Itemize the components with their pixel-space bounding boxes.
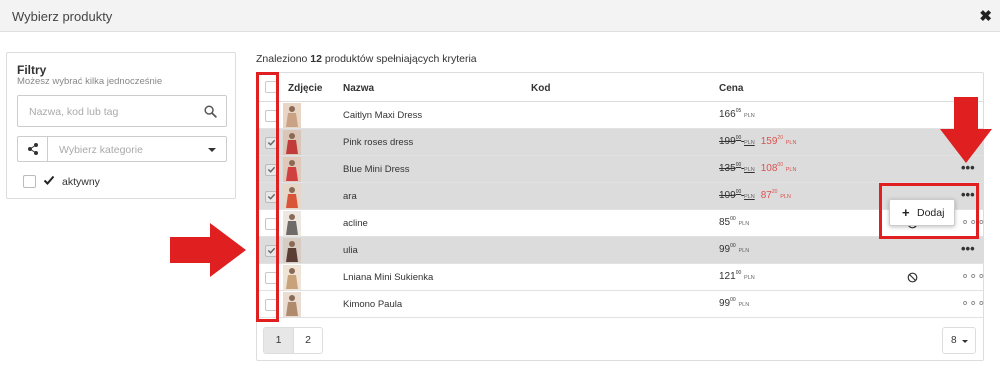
- highlight-checkbox-column: [256, 72, 279, 322]
- product-name: Kimono Paula: [343, 299, 403, 310]
- search-input[interactable]: Nazwa, kod lub tag: [17, 95, 227, 127]
- old-price: 19900 PLN: [719, 135, 755, 147]
- arrow-down-icon: [940, 97, 992, 163]
- table-row[interactable]: Lniana Mini Sukienka 12100 PLN ∘∘∘: [257, 264, 985, 291]
- check-icon: [43, 175, 55, 185]
- unavailable-icon: [907, 272, 918, 283]
- product-price: 12100 PLN: [719, 270, 755, 282]
- product-price: 13500 PLN 10800 PLN: [719, 162, 797, 174]
- modal-title: Wybierz produkty: [12, 9, 113, 24]
- page-1-button[interactable]: 1: [264, 328, 293, 353]
- old-price: 13500 PLN: [719, 162, 755, 174]
- category-select[interactable]: Wybierz kategorie: [17, 136, 227, 162]
- sale-price: 10800 PLN: [760, 162, 797, 174]
- old-price: 10900 PLN: [719, 189, 755, 201]
- product-name: Caitlyn Maxi Dress: [343, 110, 423, 121]
- table-row[interactable]: ulia 9900 PLN •••: [257, 237, 983, 264]
- search-placeholder: Nazwa, kod lub tag: [29, 106, 119, 118]
- product-name: Blue Mini Dress: [343, 164, 410, 175]
- product-thumbnail: [283, 265, 301, 290]
- sale-price: 15920 PLN: [760, 135, 797, 147]
- current-price: 12100 PLN: [719, 270, 755, 282]
- chevron-down-icon[interactable]: [208, 148, 216, 152]
- product-name: Lniana Mini Sukienka: [343, 272, 434, 283]
- product-thumbnail: [283, 292, 301, 317]
- filters-title: Filtry: [17, 63, 47, 77]
- current-price: 16605 PLN: [719, 108, 755, 120]
- product-thumbnail: [283, 103, 301, 128]
- current-price: 9900 PLN: [719, 243, 750, 255]
- active-checkbox[interactable]: [23, 175, 36, 188]
- product-price: 8500 PLN: [719, 216, 750, 228]
- product-name: ara: [343, 191, 357, 202]
- table-row[interactable]: Pink roses dress19900 PLN15920 PLN•••: [257, 129, 983, 156]
- table-row[interactable]: Caitlyn Maxi Dress 16605 PLN: [257, 102, 983, 129]
- header-price: Cena: [719, 83, 744, 94]
- close-icon[interactable]: ✖: [979, 7, 992, 25]
- table-header: Zdjęcie Nazwa Kod Cena: [257, 73, 983, 102]
- product-thumbnail: [283, 211, 301, 236]
- search-icon[interactable]: [204, 105, 217, 118]
- product-name: ulia: [343, 245, 358, 256]
- header-photo: Zdjęcie: [288, 83, 323, 94]
- per-page-select[interactable]: 8: [942, 327, 976, 354]
- table-row[interactable]: Kimono Paula 9900 PLN ∘∘∘: [257, 291, 985, 318]
- product-thumbnail: [283, 130, 301, 155]
- table-row[interactable]: Blue Mini Dress 13500 PLN 10800 PLN •••: [257, 156, 983, 183]
- active-label: aktywny: [62, 176, 100, 188]
- product-name: Pink roses dress: [343, 137, 414, 148]
- more-actions-icon[interactable]: ∘∘∘: [961, 269, 985, 282]
- share-icon[interactable]: [18, 137, 48, 161]
- products-table: Zdjęcie Nazwa Kod Cena Caitlyn Maxi Dres…: [256, 72, 985, 361]
- current-price: 8500 PLN: [719, 216, 750, 228]
- per-page-value: 8: [951, 335, 957, 346]
- product-price: 10900 PLN 8720 PLN: [719, 189, 791, 201]
- header-name: Nazwa: [343, 83, 375, 94]
- results-count: Znaleziono 12 produktów spełniających kr…: [256, 53, 477, 65]
- table-row[interactable]: acline 8500 PLN ∘∘∘: [257, 210, 985, 237]
- sale-price: 8720 PLN: [760, 189, 791, 201]
- header-code: Kod: [531, 83, 551, 94]
- modal-header: Wybierz produkty ✖: [0, 0, 1000, 32]
- filters-subtitle: Możesz wybrać kilka jednocześnie: [17, 76, 163, 87]
- product-thumbnail: [283, 184, 301, 209]
- more-actions-icon[interactable]: ∘∘∘: [961, 296, 985, 309]
- product-price: 19900 PLN 15920 PLN: [719, 135, 797, 147]
- more-actions-icon[interactable]: •••: [961, 242, 975, 255]
- product-thumbnail: [283, 238, 301, 263]
- product-price: 9900 PLN: [719, 297, 750, 309]
- page-2-button[interactable]: 2: [293, 328, 322, 353]
- highlight-action-menu: [879, 183, 979, 239]
- table-row[interactable]: ara 10900 PLN 8720 PLN •••: [257, 183, 983, 210]
- current-price: 9900 PLN: [719, 297, 750, 309]
- product-price: 9900 PLN: [719, 243, 750, 255]
- chevron-down-icon: [962, 340, 968, 343]
- product-price: 16605 PLN: [719, 108, 755, 120]
- pagination: 1 2: [263, 327, 323, 354]
- product-thumbnail: [283, 157, 301, 182]
- filters-panel: Filtry Możesz wybrać kilka jednocześnie …: [6, 52, 236, 199]
- category-placeholder: Wybierz kategorie: [59, 144, 143, 156]
- product-name: acline: [343, 218, 368, 229]
- arrow-right-icon: [170, 223, 246, 277]
